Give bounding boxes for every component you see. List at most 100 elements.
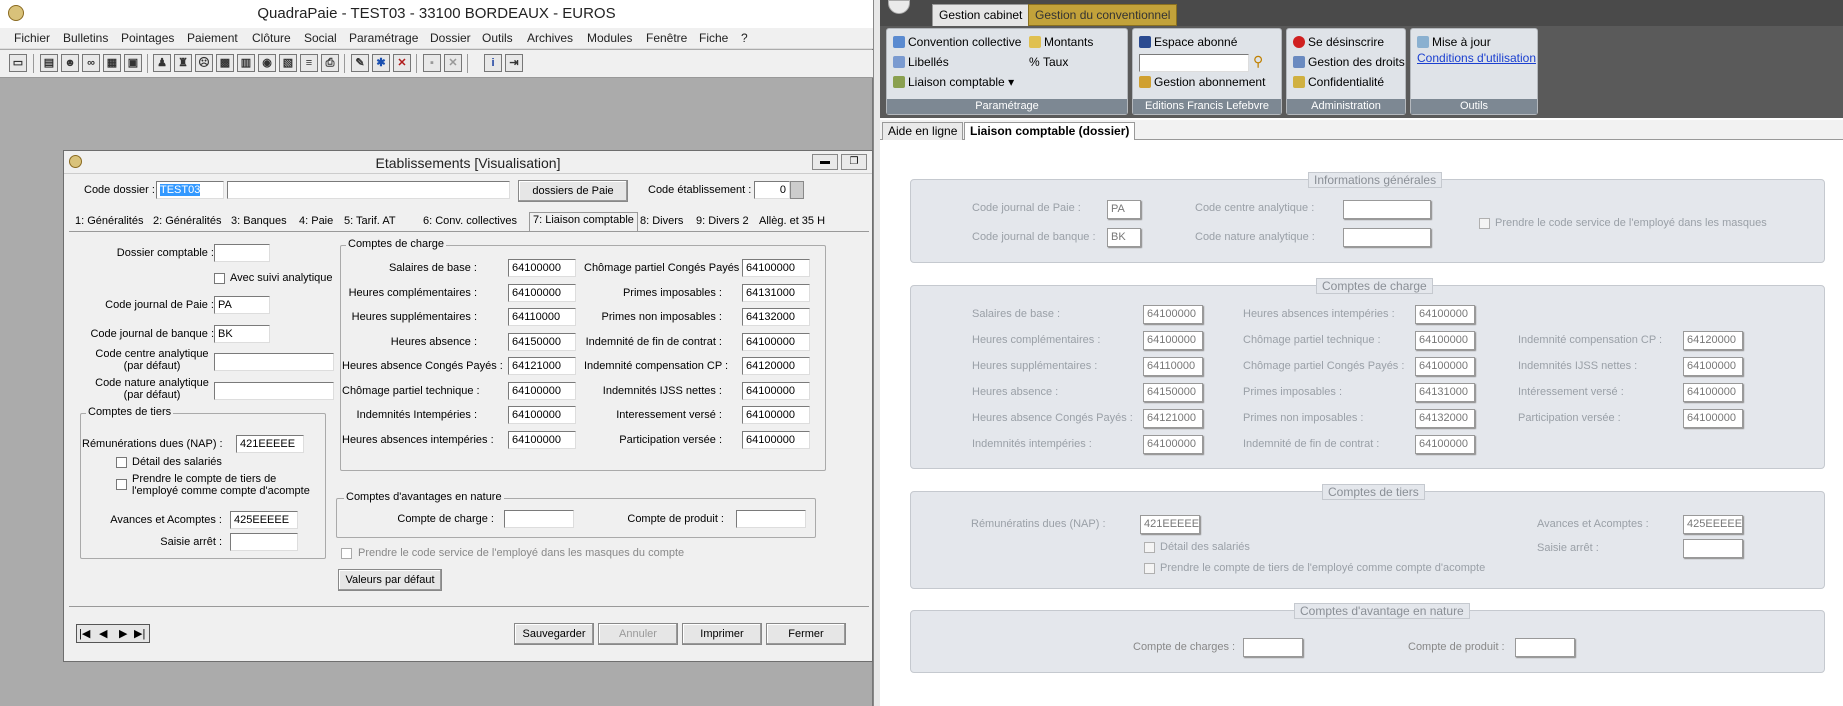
cancel-icon[interactable]: ✕ xyxy=(444,54,462,72)
gestion-abonnement-button[interactable]: Gestion abonnement xyxy=(1139,75,1265,89)
libelles-button[interactable]: Libellés xyxy=(893,55,949,69)
heures-complementaires-field[interactable]: 64100000 xyxy=(508,283,576,302)
primes-non-imposables-field[interactable]: 64132000 xyxy=(742,308,810,326)
indemnite-de-fin-de-contrat-field[interactable]: 64100000 xyxy=(1415,435,1475,454)
tab-divers[interactable]: 8: Divers xyxy=(637,214,686,231)
tab-generalites-2[interactable]: 2: Généralités xyxy=(150,214,224,231)
binoculars-icon[interactable]: ∞ xyxy=(82,54,100,72)
tab-aide-en-ligne[interactable]: Aide en ligne xyxy=(882,122,964,140)
heures-absence-conges-payes-field[interactable]: 64121000 xyxy=(1143,409,1203,428)
compte-charges-field[interactable] xyxy=(1243,638,1303,657)
remunerations-field[interactable]: 421EEEEE xyxy=(236,435,304,453)
salaires-de-base-field[interactable]: 64100000 xyxy=(1143,305,1203,324)
print-icon[interactable]: ⎙ xyxy=(321,54,339,72)
menu-parametrage[interactable]: Paramétrage xyxy=(349,31,418,45)
list-icon[interactable]: ≡ xyxy=(300,54,318,72)
heures-absences-intemperies-field[interactable]: 64100000 xyxy=(508,430,576,449)
menu-social[interactable]: Social xyxy=(304,31,337,45)
convention-collective-button[interactable]: Convention collective xyxy=(893,35,1021,49)
tab-conv-collectives[interactable]: 6: Conv. collectives xyxy=(420,214,520,231)
interessement-verse-field[interactable]: 64100000 xyxy=(742,406,810,424)
prendre-service-checkbox[interactable] xyxy=(1479,218,1490,229)
abonne-search-input[interactable] xyxy=(1139,54,1249,72)
salaires-de-base-field[interactable]: 64100000 xyxy=(508,259,576,277)
menu-bulletins[interactable]: Bulletins xyxy=(63,31,108,45)
info-icon[interactable]: i xyxy=(484,54,502,72)
taux-button[interactable]: % Taux xyxy=(1029,55,1068,69)
chomage-partiel-conges-payes-field[interactable]: 64100000 xyxy=(1415,357,1475,376)
tab-paie[interactable]: 4: Paie xyxy=(296,214,336,231)
confidentialite-button[interactable]: Confidentialité xyxy=(1293,75,1384,89)
chomage-partiel-technique-field[interactable]: 64100000 xyxy=(1415,331,1475,350)
journal-paie-field[interactable]: PA xyxy=(214,296,270,314)
heures-absences-intemperies-field[interactable]: 64100000 xyxy=(1415,305,1475,324)
heures-supplementaires-field[interactable]: 64110000 xyxy=(1143,357,1203,376)
tab-banques[interactable]: 3: Banques xyxy=(228,214,290,231)
compte-produit-field[interactable] xyxy=(1515,638,1575,657)
dossier-name-field[interactable] xyxy=(227,181,510,199)
menu-archives[interactable]: Archives xyxy=(527,31,573,45)
menu-paiement[interactable]: Paiement xyxy=(187,31,238,45)
menu-fiche[interactable]: Fiche xyxy=(699,31,728,45)
tab-gestion-cabinet[interactable]: Gestion cabinet xyxy=(932,4,1030,26)
prendre-tiers-checkbox[interactable] xyxy=(116,479,127,490)
save-icon[interactable]: ▪ xyxy=(423,54,441,72)
suivi-analytique-checkbox[interactable] xyxy=(214,273,225,284)
nature-analytique-field[interactable] xyxy=(214,382,334,400)
last-record-icon[interactable]: ▶| xyxy=(134,627,145,640)
calculator-icon[interactable]: ▦ xyxy=(103,54,121,72)
espace-abonne-button[interactable]: Espace abonné xyxy=(1139,35,1237,49)
grid-icon[interactable]: ▩ xyxy=(216,54,234,72)
person-icon[interactable]: ♟ xyxy=(153,54,171,72)
fermer-button[interactable]: Fermer xyxy=(766,623,846,645)
compte-produit-field[interactable] xyxy=(736,510,806,528)
montants-button[interactable]: Montants xyxy=(1029,35,1093,49)
prendre-service-checkbox[interactable] xyxy=(341,548,352,559)
saisie-arret-field[interactable] xyxy=(230,533,298,551)
detail-salaries-checkbox[interactable] xyxy=(116,457,127,468)
code-etablissement-spinner[interactable] xyxy=(790,181,804,199)
saisie-arret-field[interactable] xyxy=(1683,539,1743,558)
heures-absence-conges-payes-field[interactable]: 64121000 xyxy=(508,357,576,375)
indemnites-intemperies-field[interactable]: 64100000 xyxy=(1143,435,1203,454)
primes-non-imposables-field[interactable]: 64132000 xyxy=(1415,409,1475,428)
user-remove-icon[interactable]: ☹ xyxy=(195,54,213,72)
detail-salaries-checkbox[interactable] xyxy=(1144,542,1155,553)
menu-modules[interactable]: Modules xyxy=(587,31,632,45)
dossier-comptable-field[interactable] xyxy=(214,244,270,262)
menu-outils[interactable]: Outils xyxy=(482,31,513,45)
avances-acomptes-field[interactable]: 425EEEEE xyxy=(1683,515,1743,534)
menu-cloture[interactable]: Clôture xyxy=(252,31,291,45)
valeurs-par-defaut-button[interactable]: Valeurs par défaut xyxy=(338,569,442,591)
chomage-partiel-conges-payes-field[interactable]: 64100000 xyxy=(742,259,810,277)
indemnites-ijss-nettes-field[interactable]: 64100000 xyxy=(1683,357,1743,376)
chart-icon[interactable]: ▥ xyxy=(237,54,255,72)
remunerations-field[interactable]: 421EEEEE xyxy=(1140,515,1200,534)
conditions-utilisation-link[interactable]: Conditions d'utilisation xyxy=(1417,51,1536,65)
tab-allegements-35h[interactable]: Allèg. et 35 H xyxy=(756,214,828,231)
exit-icon[interactable]: ⇥ xyxy=(505,54,523,72)
centre-analytique-field[interactable] xyxy=(214,353,334,371)
journal-banque-field[interactable]: BK xyxy=(214,325,270,343)
tab-tarif-at[interactable]: 5: Tarif. AT xyxy=(341,214,399,231)
menu-help[interactable]: ? xyxy=(741,31,748,45)
code-dossier-field[interactable]: TEST03 xyxy=(156,181,224,199)
interessement-verse-field[interactable]: 64100000 xyxy=(1683,383,1743,402)
tab-gestion-conventionnel[interactable]: Gestion du conventionnel xyxy=(1028,4,1178,26)
tab-liaison-comptable[interactable]: 7: Liaison comptable xyxy=(529,212,638,231)
delete-record-icon[interactable]: ✕ xyxy=(393,54,411,72)
menu-fenetre[interactable]: Fenêtre xyxy=(646,31,687,45)
stamp-icon[interactable]: ♜ xyxy=(174,54,192,72)
heures-supplementaires-field[interactable]: 64110000 xyxy=(508,308,576,326)
heures-absence-field[interactable]: 64150000 xyxy=(508,332,576,351)
first-record-icon[interactable]: |◀ xyxy=(79,627,90,640)
indemnites-intemperies-field[interactable]: 64100000 xyxy=(508,406,576,424)
journal-banque-field[interactable]: BK xyxy=(1107,228,1141,247)
code-etablissement-field[interactable]: 0 xyxy=(754,181,790,199)
search-icon[interactable]: ⚲ xyxy=(1253,53,1263,70)
app-orb-icon[interactable] xyxy=(888,0,910,14)
indemnite-de-fin-de-contrat-field[interactable]: 64100000 xyxy=(742,332,810,351)
menu-fichier[interactable]: Fichier xyxy=(14,31,50,45)
disc-icon[interactable]: ◉ xyxy=(258,54,276,72)
primes-imposables-field[interactable]: 64131000 xyxy=(1415,383,1475,402)
